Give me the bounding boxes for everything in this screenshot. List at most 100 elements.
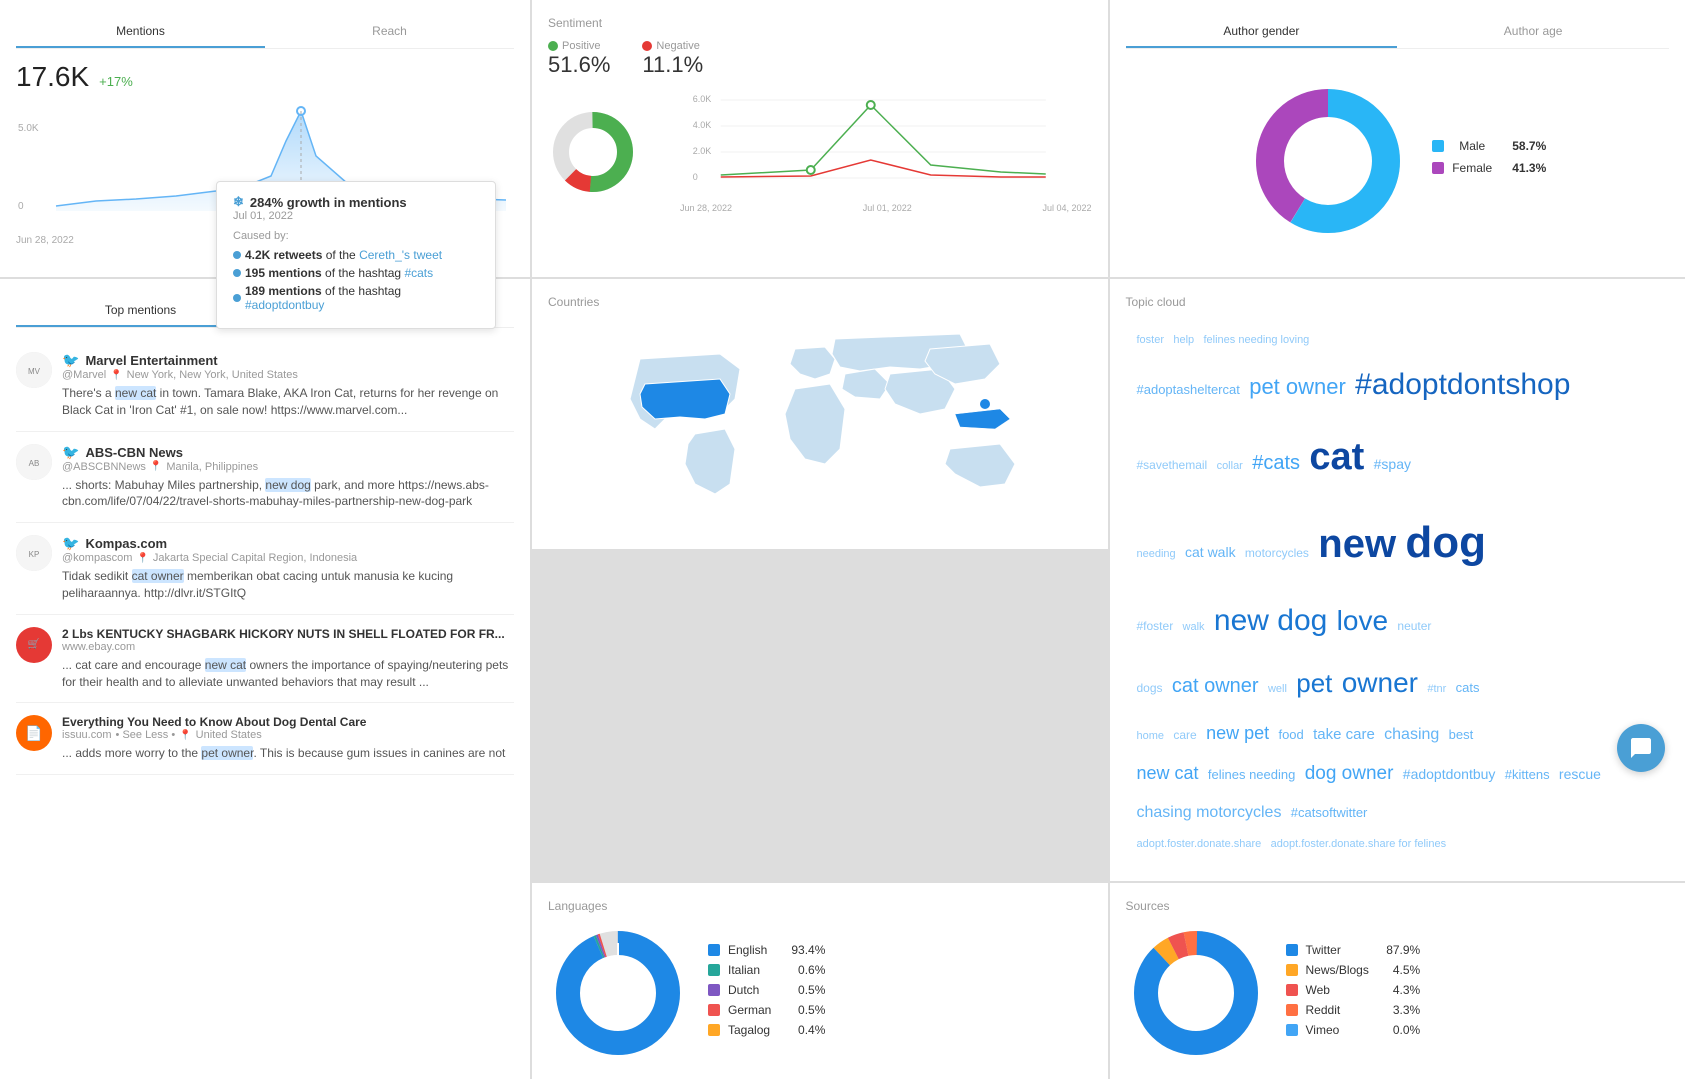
author-gender-panel: Author gender Author age Male 58.7% Fem	[1110, 0, 1685, 277]
mention-item-ebay: 🛒 2 Lbs KENTUCKY SHAGBARK HICKORY NUTS I…	[16, 615, 514, 704]
topic-savethemail[interactable]: #savethemail	[1137, 453, 1208, 477]
topic-new[interactable]: new	[1318, 504, 1396, 584]
topic-rescue[interactable]: rescue	[1559, 760, 1601, 788]
source-web: Web 4.3%	[1286, 983, 1421, 997]
source-vimeo: Vimeo 0.0%	[1286, 1023, 1421, 1037]
negative-label: Negative	[642, 40, 703, 52]
sentiment-chart: 6.0K 4.0K 2.0K 0	[548, 90, 1092, 213]
lang-english: English 93.4%	[708, 943, 825, 957]
topic-adoptdontshop[interactable]: #adoptdontshop	[1355, 355, 1570, 415]
topic-cloud-title: Topic cloud	[1126, 295, 1670, 309]
tooltip-item-2: 195 mentions of the hashtag #cats	[233, 266, 479, 280]
tooltip-caused: Caused by:	[233, 230, 479, 242]
sentiment-panel: Sentiment Positive 51.6% Negative 11.1%	[532, 0, 1108, 277]
topic-cat[interactable]: cat	[1309, 419, 1364, 495]
avatar-marvel: MV	[16, 352, 52, 388]
topic-owner[interactable]: owner	[1342, 655, 1418, 711]
topic-cat-walk[interactable]: cat walk	[1185, 538, 1236, 566]
lang-tagalog: Tagalog 0.4%	[708, 1023, 825, 1037]
svg-text:KP: KP	[29, 550, 40, 559]
topic-cat-owner[interactable]: cat owner	[1172, 666, 1259, 706]
topic-dogs[interactable]: dogs	[1137, 676, 1163, 700]
topic-cats[interactable]: #cats	[1252, 443, 1300, 483]
topic-new-pet[interactable]: new pet	[1206, 715, 1269, 751]
lang-german: German 0.5%	[708, 1003, 825, 1017]
topic-spay[interactable]: #spay	[1374, 450, 1411, 478]
sources-donut	[1126, 923, 1266, 1063]
mention-name-kompas: 🐦 Kompas.com	[62, 535, 514, 552]
topic-love[interactable]: love	[1337, 593, 1388, 649]
topic-adoptasheltercat[interactable]: #adoptasheltercat	[1137, 377, 1240, 403]
tab-reach[interactable]: Reach	[265, 16, 514, 48]
topic-pet[interactable]: pet	[1296, 657, 1332, 709]
topic-food[interactable]: food	[1278, 722, 1303, 748]
topic-new-cat[interactable]: new cat	[1137, 755, 1199, 791]
world-map	[548, 319, 1092, 559]
sentiment-donut	[548, 107, 638, 197]
topic-take-care[interactable]: take care	[1313, 720, 1375, 750]
mention-name-abscbn: 🐦 ABS-CBN News	[62, 444, 514, 461]
topic-pet-owner[interactable]: pet owner	[1249, 365, 1346, 409]
topic-chasing-motorcycles[interactable]: chasing motorcycles	[1137, 797, 1282, 829]
languages-content: English 93.4% Italian 0.6% Dutch 0.5% Ge…	[548, 923, 1092, 1063]
topic-neuter[interactable]: neuter	[1397, 614, 1431, 638]
sources-title: Sources	[1126, 899, 1670, 913]
topic-help[interactable]: help	[1173, 329, 1194, 351]
topic-walk[interactable]: walk	[1183, 616, 1205, 638]
avatar-issuu: 📄	[16, 715, 52, 751]
mention-name-ebay: 2 Lbs KENTUCKY SHAGBARK HICKORY NUTS IN …	[62, 627, 514, 641]
topic-adoptdontbuy[interactable]: #adoptdontbuy	[1403, 760, 1496, 788]
topic-cats2[interactable]: cats	[1456, 675, 1480, 701]
chat-button[interactable]	[1617, 724, 1665, 772]
topic-catsoftwitter[interactable]: #catsoftwitter	[1291, 800, 1368, 826]
mention-handle-marvel: @Marvel 📍 New York, New York, United Sta…	[62, 369, 514, 381]
positive-value: 51.6%	[548, 52, 610, 78]
svg-text:0: 0	[18, 201, 24, 212]
countries-title: Countries	[548, 295, 1092, 309]
gender-content: Male 58.7% Female 41.3%	[1126, 61, 1670, 261]
languages-donut	[548, 923, 688, 1063]
topic-collar[interactable]: collar	[1217, 455, 1243, 477]
topic-best[interactable]: best	[1449, 722, 1474, 748]
gender-donut	[1248, 81, 1408, 241]
languages-title: Languages	[548, 899, 1092, 913]
topic-felines-needing-loving[interactable]: felines needing loving	[1204, 329, 1310, 351]
mention-handle-abscbn: @ABSCBNNews 📍 Manila, Philippines	[62, 461, 514, 473]
tooltip-title: ❄ 284% growth in mentions	[233, 194, 479, 210]
tooltip-box: ❄ 284% growth in mentions Jul 01, 2022 C…	[216, 181, 496, 329]
tab-mentions[interactable]: Mentions	[16, 16, 265, 48]
tab-author-gender[interactable]: Author gender	[1126, 16, 1398, 48]
mention-item-abscbn: AB 🐦 ABS-CBN News @ABSCBNNews 📍 Manila, …	[16, 432, 514, 524]
tab-author-age[interactable]: Author age	[1397, 16, 1669, 48]
mention-content-marvel: 🐦 Marvel Entertainment @Marvel 📍 New Yor…	[62, 352, 514, 419]
topic-well[interactable]: well	[1268, 678, 1287, 700]
topic-new-dog[interactable]: new dog	[1214, 591, 1327, 651]
mention-content-abscbn: 🐦 ABS-CBN News @ABSCBNNews 📍 Manila, Phi…	[62, 444, 514, 511]
gender-legend: Male 58.7% Female 41.3%	[1432, 139, 1546, 183]
svg-text:2.0K: 2.0K	[693, 146, 712, 156]
topic-foster[interactable]: foster	[1137, 329, 1165, 351]
tooltip-item-3: 189 mentions of the hashtag #adoptdontbu…	[233, 284, 479, 312]
mention-content-ebay: 2 Lbs KENTUCKY SHAGBARK HICKORY NUTS IN …	[62, 627, 514, 691]
topic-tnr[interactable]: #tnr	[1427, 678, 1446, 700]
female-legend: Female 41.3%	[1432, 161, 1546, 175]
topic-home[interactable]: home	[1137, 725, 1165, 747]
topic-care[interactable]: care	[1173, 723, 1196, 747]
topic-adopt-foster[interactable]: adopt.foster.donate.share	[1137, 833, 1262, 855]
mentions-tabs: Mentions Reach	[16, 16, 514, 49]
topic-adopt-foster-felines[interactable]: adopt.foster.donate.share for felines	[1271, 833, 1447, 855]
topic-dog[interactable]: dog	[1405, 499, 1486, 587]
topic-felines-needing[interactable]: felines needing	[1208, 762, 1295, 788]
source-newsblogs: News/Blogs 4.5%	[1286, 963, 1421, 977]
topic-foster2[interactable]: #foster	[1137, 614, 1174, 638]
topic-chasing[interactable]: chasing	[1384, 719, 1439, 751]
mentions-panel: Mentions Reach 17.6K +17% 5.0K 0	[0, 0, 530, 277]
sources-panel: Sources Twitter 87.9%	[1110, 883, 1685, 1079]
topic-kittens[interactable]: #kittens	[1505, 762, 1550, 788]
mention-content-issuu: Everything You Need to Know About Dog De…	[62, 715, 514, 762]
mentions-count: 17.6K	[16, 61, 89, 93]
mention-text-ebay: ... cat care and encourage new cat owner…	[62, 657, 514, 691]
topic-needing[interactable]: needing	[1137, 543, 1176, 565]
topic-dog-owner[interactable]: dog owner	[1305, 755, 1394, 793]
topic-motorcycles[interactable]: motorcycles	[1245, 541, 1309, 565]
